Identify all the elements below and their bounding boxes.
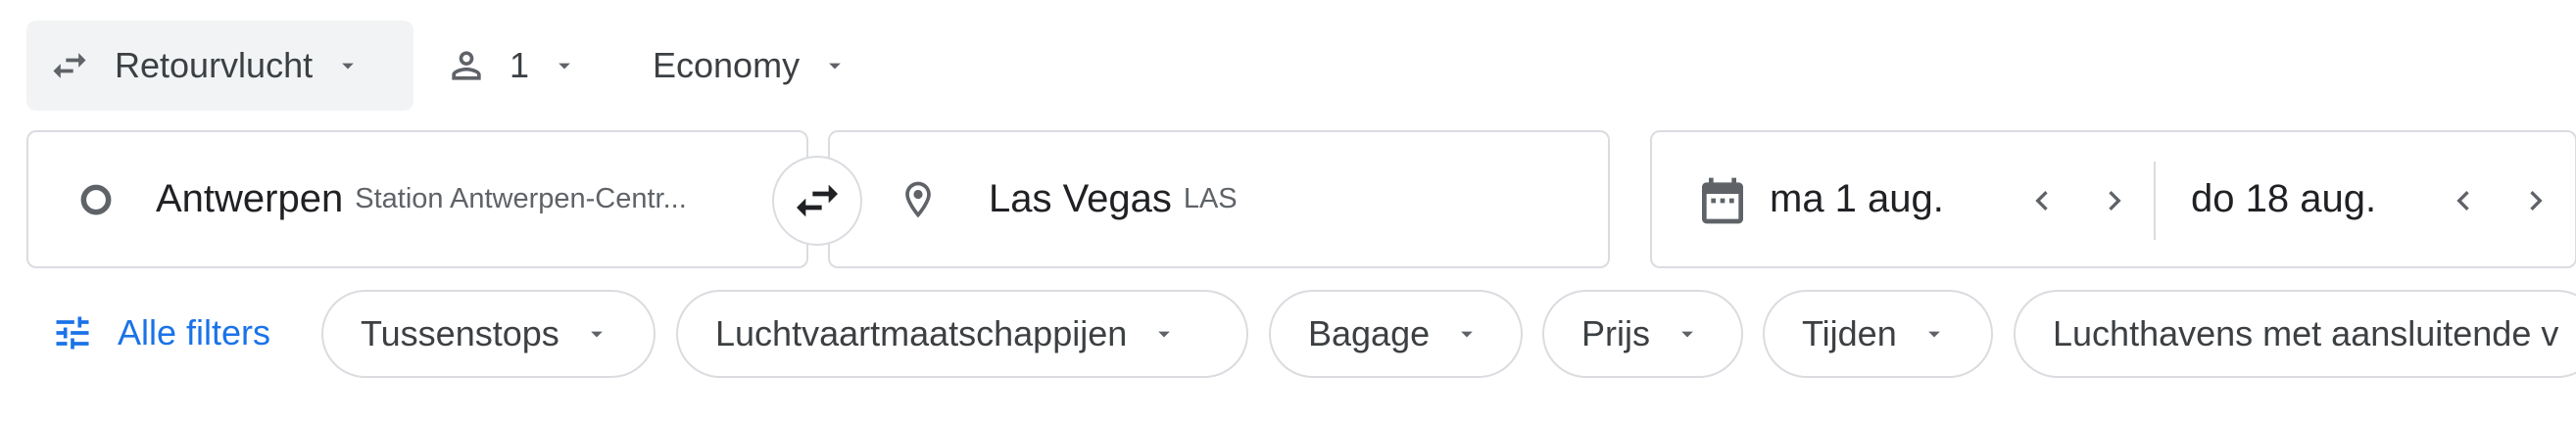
person-icon — [445, 44, 488, 87]
location-pin-icon — [897, 174, 940, 225]
chevron-right-icon — [2095, 181, 2134, 220]
departure-next-button[interactable] — [2085, 171, 2144, 230]
filter-chip-price[interactable]: Prijs — [1542, 290, 1743, 378]
destination-city: Las Vegas — [989, 177, 1172, 220]
departure-date[interactable]: ma 1 aug. — [1770, 177, 1944, 221]
swap-arrows-icon — [48, 44, 91, 87]
destination-code: LAS — [1183, 183, 1238, 214]
swap-origin-destination-button[interactable] — [772, 156, 862, 246]
origin-detail: Station Antwerpen-Centr... — [355, 183, 687, 214]
filter-chip-times[interactable]: Tijden — [1763, 290, 1993, 378]
caret-down-icon — [1920, 320, 1948, 348]
caret-down-icon — [551, 52, 578, 79]
caret-down-icon — [1674, 320, 1701, 348]
trip-type-select[interactable]: Retourvlucht — [26, 21, 413, 111]
caret-down-icon — [583, 320, 610, 348]
filter-chip-airlines[interactable]: Luchtvaartmaatschappijen — [676, 290, 1248, 378]
origin-field[interactable]: Antwerpen Station Antwerpen-Centr... — [26, 130, 808, 268]
destination-field[interactable]: Las Vegas LAS — [828, 130, 1610, 268]
return-next-button[interactable] — [2506, 171, 2565, 230]
filter-chip-baggage[interactable]: Bagage — [1269, 290, 1523, 378]
return-date[interactable]: do 18 aug. — [2191, 177, 2376, 221]
chip-label: Luchtvaartmaatschappijen — [715, 313, 1128, 353]
passengers-select[interactable]: 1 — [429, 21, 596, 111]
caret-down-icon — [821, 52, 849, 79]
date-divider — [2154, 162, 2156, 240]
all-filters-label: Alle filters — [118, 312, 271, 352]
caret-down-icon — [1453, 320, 1481, 348]
caret-down-icon — [1150, 320, 1178, 348]
chevron-left-icon — [2022, 181, 2062, 220]
trip-type-label: Retourvlucht — [115, 45, 314, 85]
passengers-count: 1 — [510, 45, 530, 85]
chip-label: Prijs — [1581, 313, 1650, 353]
chip-label: Bagage — [1308, 313, 1431, 353]
calendar-icon — [1695, 171, 1750, 230]
departure-prev-button[interactable] — [2013, 171, 2071, 230]
swap-icon — [790, 173, 845, 228]
chevron-right-icon — [2516, 181, 2555, 220]
chevron-left-icon — [2444, 181, 2483, 220]
chip-label: Tijden — [1802, 313, 1897, 353]
caret-down-icon — [334, 52, 362, 79]
all-filters-button[interactable]: Alle filters — [51, 302, 270, 364]
origin-city: Antwerpen — [156, 177, 344, 220]
origin-circle-icon — [77, 181, 115, 218]
tune-icon — [51, 311, 94, 354]
filter-chip-connecting-airports[interactable]: Luchthavens met aansluitende v — [2014, 290, 2576, 378]
cabin-class-label: Economy — [653, 45, 801, 85]
dates-field[interactable]: ma 1 aug. do 18 aug. — [1650, 130, 2576, 268]
chip-label: Luchthavens met aansluitende v — [2053, 313, 2559, 353]
filter-chip-stops[interactable]: Tussenstops — [321, 290, 656, 378]
cabin-class-select[interactable]: Economy — [631, 21, 876, 111]
return-prev-button[interactable] — [2434, 171, 2493, 230]
chip-label: Tussenstops — [361, 313, 559, 353]
